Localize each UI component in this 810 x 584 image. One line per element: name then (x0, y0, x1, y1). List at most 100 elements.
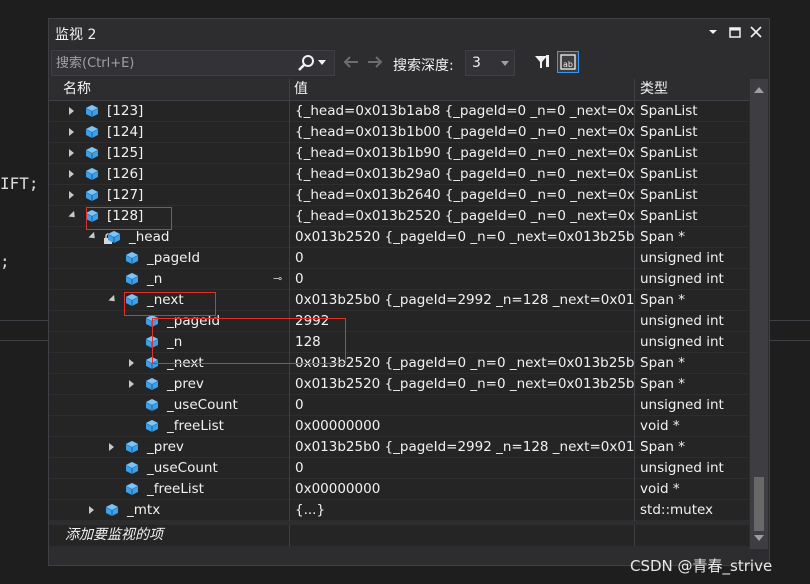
expand-arrow-icon[interactable] (69, 128, 74, 136)
watch-row[interactable]: _prev 0x013b25b0 {_pageId=2992 _n=128 _ne… (49, 437, 749, 458)
field-cube-icon (125, 440, 139, 454)
add-watch-row[interactable]: 添加要监视的项 (49, 525, 749, 546)
row-value[interactable]: {...} (291, 500, 634, 520)
watch-row[interactable]: [127] {_head=0x013b2640 {_pageId=0 _n=0 _… (49, 185, 749, 206)
row-type: unsigned int (640, 271, 724, 287)
search-depth-select[interactable]: 3 (465, 50, 515, 76)
hex-display-icon[interactable]: ab (557, 51, 579, 73)
row-value[interactable]: 0x013b25b0 {_pageId=2992 _n=128 _next=0x… (291, 290, 634, 310)
watch-row[interactable]: _freeList 0x00000000 void * (49, 479, 749, 500)
row-value[interactable]: 0 (291, 458, 634, 478)
title-bar[interactable]: 监视 2 (49, 19, 769, 47)
row-value[interactable]: 0 (291, 395, 634, 415)
row-type: void * (640, 418, 680, 434)
chevron-down-icon[interactable] (318, 60, 326, 65)
column-divider (634, 164, 635, 185)
row-name-cell: _pageId (49, 248, 289, 268)
row-value[interactable]: 0x013b2520 {_pageId=0 _n=0 _next=0x013b2… (291, 374, 634, 394)
pin-filter-icon[interactable] (531, 51, 553, 73)
expand-arrow-icon[interactable] (69, 191, 74, 199)
row-value[interactable]: {_head=0x013b1b00 {_pageId=0 _n=0 _next=… (291, 122, 634, 142)
pin-icon[interactable]: ⊸ (273, 269, 282, 289)
row-value[interactable]: 0 (291, 269, 634, 289)
expand-arrow-icon[interactable] (69, 107, 74, 115)
row-name: _freeList (167, 418, 224, 434)
row-value[interactable]: {_head=0x013b2640 {_pageId=0 _n=0 _next=… (291, 185, 634, 205)
close-icon[interactable] (748, 24, 764, 40)
watch-row[interactable]: _head 0x013b2520 {_pageId=0 _n=0 _next=0x… (49, 227, 749, 248)
row-type: SpanList (640, 124, 698, 140)
row-value[interactable]: {_head=0x013b29a0 {_pageId=0 _n=0 _next=… (291, 164, 634, 184)
row-value[interactable]: {_head=0x013b2520 {_pageId=0 _n=0 _next=… (291, 206, 634, 226)
row-name-cell: _prev (49, 374, 289, 394)
field-cube-icon (145, 377, 159, 391)
watermark: CSDN @青春_strive (630, 557, 773, 575)
column-divider (634, 416, 635, 437)
watch-row[interactable]: [125] {_head=0x013b1b90 {_pageId=0 _n=0 _… (49, 143, 749, 164)
watch-row[interactable]: _useCount 0 unsigned int (49, 458, 749, 479)
row-type: unsigned int (640, 250, 724, 266)
row-type: void * (640, 481, 680, 497)
scroll-thumb[interactable] (754, 477, 764, 531)
header-name[interactable]: 名称 (49, 79, 289, 100)
row-value[interactable]: 0 (291, 248, 634, 268)
expand-arrow-icon[interactable] (69, 149, 74, 157)
row-name-cell: _head (49, 227, 289, 247)
watch-row[interactable]: _pageId 0 unsigned int (49, 248, 749, 269)
row-name-cell: [127] (49, 185, 289, 205)
row-name-cell: [125] (49, 143, 289, 163)
row-value[interactable]: {_head=0x013b1b90 {_pageId=0 _n=0 _next=… (291, 143, 634, 163)
column-divider (289, 374, 290, 395)
row-value[interactable]: {_head=0x013b1ab8 {_pageId=0 _n=0 _next=… (291, 101, 634, 121)
column-divider (634, 311, 635, 332)
search-icon[interactable] (297, 54, 315, 72)
highlight-box (124, 292, 216, 316)
row-name: _n (147, 271, 163, 287)
vertical-scrollbar[interactable] (750, 79, 768, 549)
field-cube-icon (85, 167, 99, 181)
row-value[interactable]: 0x013b2520 {_pageId=0 _n=0 _next=0x013b2… (291, 227, 634, 247)
back-arrow-icon[interactable] (341, 52, 361, 75)
expand-arrow-icon[interactable] (129, 359, 134, 367)
watch-row[interactable]: _n ⊸ 0 unsigned int (49, 269, 749, 290)
row-name: _prev (147, 439, 184, 455)
header-type[interactable]: 类型 (635, 79, 749, 100)
row-name: [127] (107, 187, 144, 203)
dropdown-icon[interactable] (705, 24, 721, 40)
watch-row[interactable]: _mtx {...} std::mutex (49, 500, 749, 521)
scroll-down-icon[interactable] (754, 535, 764, 541)
expand-arrow-icon[interactable] (69, 170, 74, 178)
column-divider (634, 101, 635, 122)
forward-arrow-icon[interactable] (365, 52, 385, 75)
watch-row[interactable]: _freeList 0x00000000 void * (49, 416, 749, 437)
search-input[interactable] (52, 51, 300, 75)
row-value[interactable]: 0x00000000 (291, 479, 634, 499)
column-divider (634, 227, 635, 248)
row-value[interactable]: 0x013b25b0 {_pageId=2992 _n=128 _next=0x… (291, 437, 634, 457)
collapse-arrow-icon[interactable] (68, 210, 78, 221)
scroll-up-icon[interactable] (754, 87, 764, 93)
watch-row[interactable]: [123] {_head=0x013b1ab8 {_pageId=0 _n=0 _… (49, 101, 749, 122)
expand-arrow-icon[interactable] (129, 380, 134, 388)
expand-arrow-icon[interactable] (89, 506, 94, 514)
column-divider (634, 248, 635, 269)
watch-row[interactable]: [124] {_head=0x013b1b00 {_pageId=0 _n=0 _… (49, 122, 749, 143)
row-type: Span * (640, 439, 686, 455)
watch-row[interactable]: [126] {_head=0x013b29a0 {_pageId=0 _n=0 _… (49, 164, 749, 185)
header-value[interactable]: 值 (290, 79, 635, 100)
column-divider (289, 101, 290, 122)
column-divider (634, 122, 635, 143)
collapse-arrow-icon[interactable] (108, 294, 118, 305)
column-divider (634, 479, 635, 500)
collapse-arrow-icon[interactable] (88, 231, 98, 242)
field-cube-icon (125, 461, 139, 475)
row-value[interactable]: 0x00000000 (291, 416, 634, 436)
column-divider (634, 353, 635, 374)
row-name: _pageId (147, 250, 201, 266)
watch-row[interactable]: _useCount 0 unsigned int (49, 395, 749, 416)
expand-arrow-icon[interactable] (109, 443, 114, 451)
maximize-icon[interactable] (727, 24, 743, 40)
row-type: Span * (640, 376, 686, 392)
field-cube-icon (125, 251, 139, 265)
watch-row[interactable]: _prev 0x013b2520 {_pageId=0 _n=0 _next=0x… (49, 374, 749, 395)
